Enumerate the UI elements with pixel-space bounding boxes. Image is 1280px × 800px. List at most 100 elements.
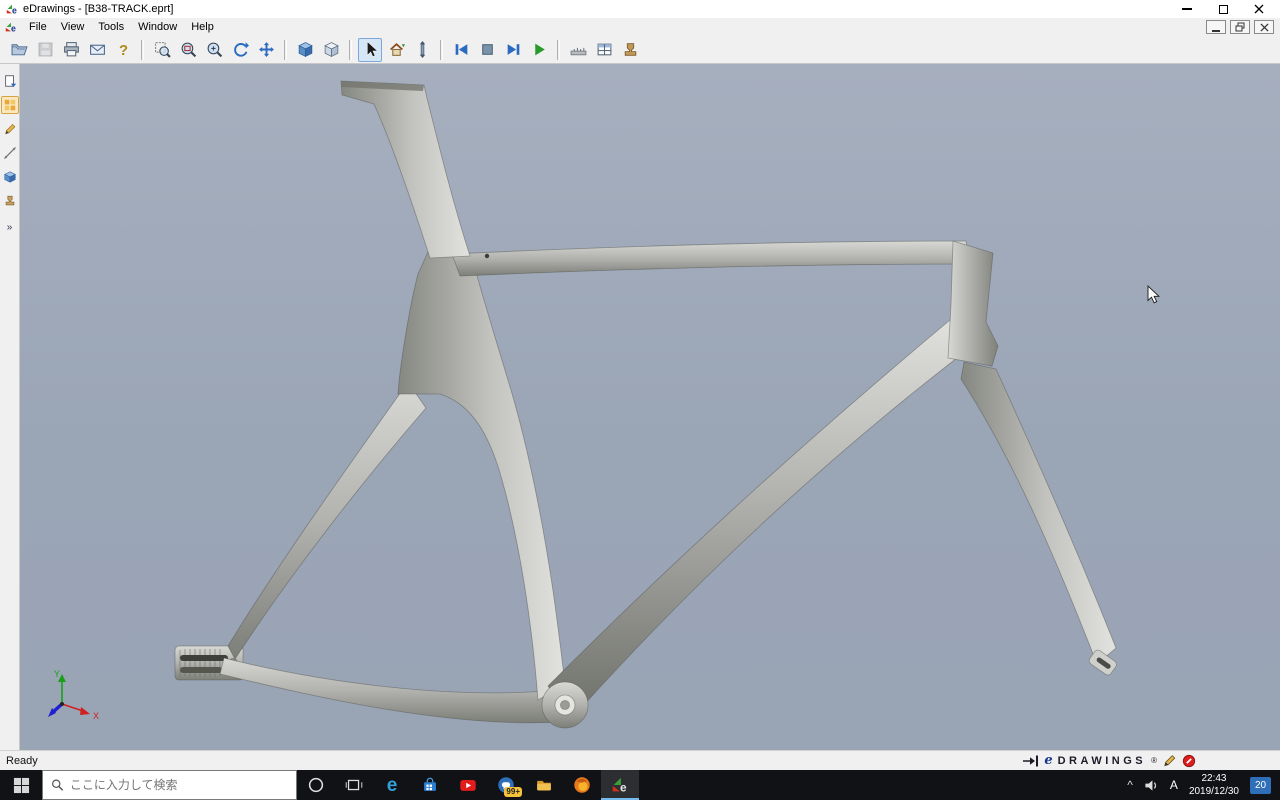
menu-view[interactable]: View: [54, 18, 92, 36]
stamp-button[interactable]: [618, 38, 642, 62]
home-view-button[interactable]: [384, 38, 408, 62]
store-bag-icon: [424, 777, 436, 791]
components-panel-button[interactable]: [0, 96, 19, 114]
animation-next-button[interactable]: [501, 38, 525, 62]
taskbar-search[interactable]: [42, 770, 297, 800]
select-button[interactable]: [358, 37, 382, 62]
cable-port: [484, 253, 490, 259]
dimensions-panel-button[interactable]: [1, 144, 19, 162]
markup-pencil-icon: [4, 124, 15, 135]
stamps-icon: [5, 195, 14, 206]
window-title: eDrawings - [B38-TRACK.eprt]: [23, 3, 174, 15]
brand-e-mark: e: [1044, 753, 1053, 768]
child-restore-button[interactable]: [1230, 20, 1250, 34]
menu-file[interactable]: File: [22, 18, 54, 36]
volume-icon[interactable]: [1144, 778, 1159, 793]
task-view-button[interactable]: [335, 770, 373, 800]
animation-stop-button[interactable]: [475, 38, 499, 62]
markup-panel-button[interactable]: [1, 120, 19, 138]
firefox-browser-icon[interactable]: [563, 770, 601, 800]
animation-stop-icon: [481, 44, 493, 55]
child-close-button[interactable]: [1254, 20, 1274, 34]
notification-count-badge[interactable]: 20: [1250, 776, 1271, 794]
edrawings-window: e eDrawings - [B38-TRACK.eprt] e File Vi…: [0, 0, 1280, 800]
head-tube: [947, 240, 999, 367]
menu-bar: e File View Tools Window Help: [0, 18, 1280, 36]
stamps-panel-button[interactable]: [1, 192, 19, 210]
toolbar-separator: [440, 39, 443, 60]
3d-model-view: Y X: [48, 80, 1161, 729]
help-button[interactable]: ?: [111, 38, 135, 62]
search-icon: [52, 779, 64, 791]
animation-play-button[interactable]: [527, 38, 551, 62]
sheets-panel-button[interactable]: [1, 72, 19, 90]
ime-mode-indicator[interactable]: A: [1170, 778, 1178, 792]
brand-text: DRAWINGS: [1057, 754, 1147, 767]
system-tray: ^ A 22:43 2019/12/30 20: [1127, 770, 1280, 800]
shaded-view-button[interactable]: [293, 38, 317, 62]
menu-window[interactable]: Window: [131, 18, 184, 36]
menu-help[interactable]: Help: [184, 18, 221, 36]
maximize-icon: [1218, 4, 1228, 14]
3d-drawing-view-button[interactable]: [410, 38, 434, 62]
status-bar: Ready e DRAWINGS ®: [0, 750, 1280, 770]
menu-tools[interactable]: Tools: [91, 18, 131, 36]
seatpost: [340, 80, 471, 259]
statusbar-stop-markup-icon[interactable]: [1182, 754, 1196, 768]
model-tree-panel-button[interactable]: [1, 168, 19, 186]
minimize-button[interactable]: [1181, 3, 1193, 15]
child-minimize-button[interactable]: [1206, 20, 1226, 34]
statusbar-markup-icon[interactable]: [1162, 753, 1177, 768]
animation-play-icon: [534, 43, 545, 56]
edge-browser-icon[interactable]: e: [373, 770, 411, 800]
microsoft-store-icon[interactable]: [411, 770, 449, 800]
youtube-icon[interactable]: [449, 770, 487, 800]
home-view-icon: [389, 43, 405, 56]
close-button[interactable]: [1253, 3, 1265, 15]
expand-panel-button[interactable]: »: [7, 222, 13, 233]
zoom-area-icon: [181, 42, 196, 58]
file-explorer-icon[interactable]: [525, 770, 563, 800]
zoom-area-button[interactable]: [176, 38, 200, 62]
youtube-play-icon: [460, 780, 476, 791]
zoom-to-fit-button[interactable]: [150, 38, 174, 62]
hidden-lines-view-icon: [323, 42, 339, 58]
toolbar-separator: [284, 39, 287, 60]
edrawings-taskbar-icon[interactable]: e: [601, 770, 639, 800]
toolbar-separator: [557, 39, 560, 60]
pan-button[interactable]: [254, 38, 278, 62]
save-icon: [38, 42, 52, 57]
toolbar-separator: [349, 39, 352, 60]
mass-properties-button[interactable]: [592, 38, 616, 62]
send-button[interactable]: [85, 38, 109, 62]
print-button[interactable]: [59, 38, 83, 62]
start-button[interactable]: [0, 770, 42, 800]
send-icon: [89, 44, 105, 55]
cortana-button[interactable]: [297, 770, 335, 800]
clock-date: 2019/12/30: [1188, 786, 1239, 797]
search-input[interactable]: [69, 778, 288, 792]
hidden-icons-chevron[interactable]: ^: [1127, 778, 1133, 792]
open-button[interactable]: [7, 38, 31, 62]
fork-dropout: [1088, 649, 1117, 676]
unread-badge: 99+: [504, 787, 522, 797]
save-button[interactable]: [33, 38, 57, 62]
svg-text:e: e: [12, 5, 17, 15]
rotate-view-button[interactable]: [228, 38, 252, 62]
document-icon: e: [5, 22, 16, 33]
maximize-button[interactable]: [1217, 3, 1229, 15]
brand-arrow-icon: [1023, 755, 1039, 766]
child-restore-icon: [1235, 22, 1245, 32]
cortana-icon: [308, 777, 324, 793]
hidden-lines-view-button[interactable]: [319, 38, 343, 62]
shaded-view-icon: [297, 42, 313, 58]
viewport-canvas[interactable]: Y X: [20, 64, 1280, 750]
chat-app-icon[interactable]: 99+: [487, 770, 525, 800]
bottom-bracket: [541, 681, 589, 729]
taskbar-clock[interactable]: 22:43 2019/12/30: [1189, 772, 1239, 798]
measure-button[interactable]: [566, 38, 590, 62]
bike-frame-model: [174, 80, 1117, 729]
animation-previous-button[interactable]: [449, 38, 473, 62]
top-tube: [451, 240, 971, 277]
zoom-button[interactable]: [202, 38, 226, 62]
